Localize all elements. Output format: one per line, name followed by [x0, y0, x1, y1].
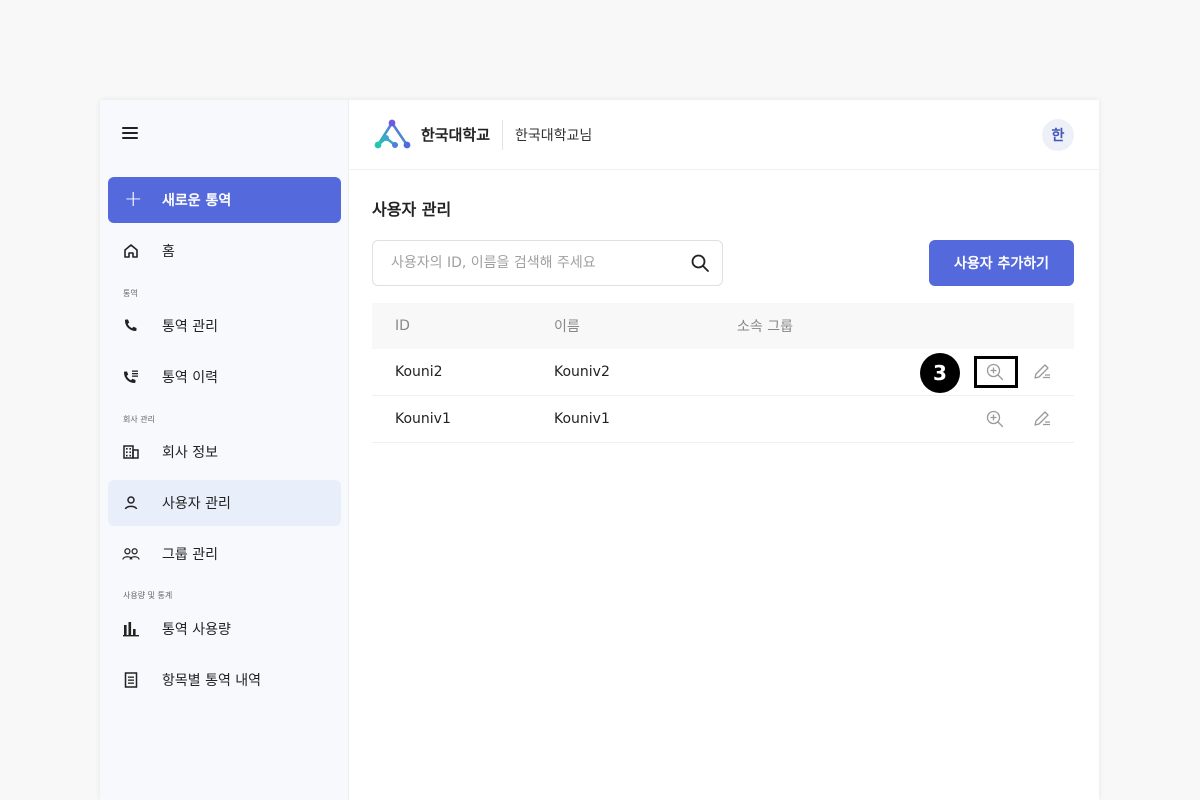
org-logo-icon — [374, 119, 411, 148]
sidebar-item-call-history[interactable]: 통역 이력 — [108, 354, 341, 400]
sidebar-item-company-info[interactable]: 회사 정보 — [108, 429, 341, 475]
edit-icon[interactable] — [1032, 362, 1052, 382]
org-name: 한국대학교 — [421, 126, 491, 144]
avatar[interactable]: 한 — [1042, 119, 1074, 151]
sidebar-item-call-manage[interactable]: 통역 관리 — [108, 303, 341, 349]
header: 한국대학교 한국대학교님 한 — [349, 100, 1099, 170]
main-content: 한국대학교 한국대학교님 한 사용자 관리 사용자 추가하기 ID 이름 소속 … — [349, 100, 1099, 800]
column-header-group: 소속 그룹 — [737, 319, 793, 335]
cell-name: Kouniv1 — [554, 411, 610, 427]
group-icon — [122, 545, 140, 563]
phone-icon — [122, 317, 140, 335]
table-row: Kouniv1 Kouniv1 — [372, 396, 1074, 443]
menu-icon[interactable] — [122, 126, 140, 142]
sidebar-item-itemized[interactable]: 항목별 통역 내역 — [108, 657, 341, 703]
plus-icon: + — [124, 187, 143, 212]
sidebar-item-group-manage[interactable]: 그룹 관리 — [108, 531, 341, 577]
section-label-stats: 사용량 및 통계 — [123, 591, 173, 600]
section-label-company: 회사 관리 — [123, 415, 155, 424]
search-icon[interactable] — [690, 253, 710, 273]
section-label-call: 통역 — [123, 289, 138, 298]
user-table: ID 이름 소속 그룹 Kouni2 Kouniv2 Kouniv1 Kouni… — [372, 303, 1074, 443]
step-badge: 3 — [920, 353, 960, 393]
sidebar-item-usage[interactable]: 통역 사용량 — [108, 606, 341, 652]
sidebar-item-user-manage[interactable]: 사용자 관리 — [108, 480, 341, 526]
sidebar: + 새로운 통역 홈 통역 통역 관리 통역 이력 회사 관리 회사 정보 사용… — [100, 100, 349, 800]
sidebar-item-label: 홈 — [162, 244, 175, 260]
cell-name: Kouniv2 — [554, 364, 610, 380]
table-header: ID 이름 소속 그룹 — [372, 303, 1074, 349]
bar-chart-icon — [122, 620, 140, 638]
page-title: 사용자 관리 — [372, 200, 452, 219]
add-user-button[interactable]: 사용자 추가하기 — [929, 240, 1074, 286]
building-icon — [122, 443, 140, 461]
app-window: + 새로운 통역 홈 통역 통역 관리 통역 이력 회사 관리 회사 정보 사용… — [100, 100, 1099, 800]
user-icon — [122, 494, 140, 512]
zoom-in-icon[interactable] — [985, 362, 1005, 382]
column-header-name: 이름 — [554, 319, 580, 335]
new-call-label: 새로운 통역 — [162, 193, 232, 209]
search-box — [372, 240, 723, 286]
header-divider — [502, 119, 504, 150]
sidebar-item-label: 항목별 통역 내역 — [162, 673, 262, 689]
phone-list-icon — [122, 368, 140, 386]
sidebar-item-label: 사용자 관리 — [162, 496, 231, 512]
table-row: Kouni2 Kouniv2 — [372, 349, 1074, 396]
sidebar-item-label: 통역 사용량 — [162, 622, 231, 638]
search-input[interactable] — [391, 255, 690, 271]
sidebar-item-label: 통역 이력 — [162, 370, 218, 386]
sidebar-item-label: 회사 정보 — [162, 445, 218, 461]
user-name: 한국대학교님 — [515, 127, 593, 144]
zoom-in-icon[interactable] — [985, 409, 1005, 429]
home-icon — [122, 242, 140, 260]
cell-id: Kouniv1 — [395, 411, 451, 427]
new-call-button[interactable]: + 새로운 통역 — [108, 177, 341, 223]
sidebar-item-label: 그룹 관리 — [162, 547, 218, 563]
sidebar-item-label: 통역 관리 — [162, 319, 218, 335]
edit-icon[interactable] — [1032, 409, 1052, 429]
document-icon — [122, 671, 140, 689]
cell-id: Kouni2 — [395, 364, 443, 380]
column-header-id: ID — [395, 318, 410, 334]
sidebar-item-home[interactable]: 홈 — [108, 228, 341, 274]
